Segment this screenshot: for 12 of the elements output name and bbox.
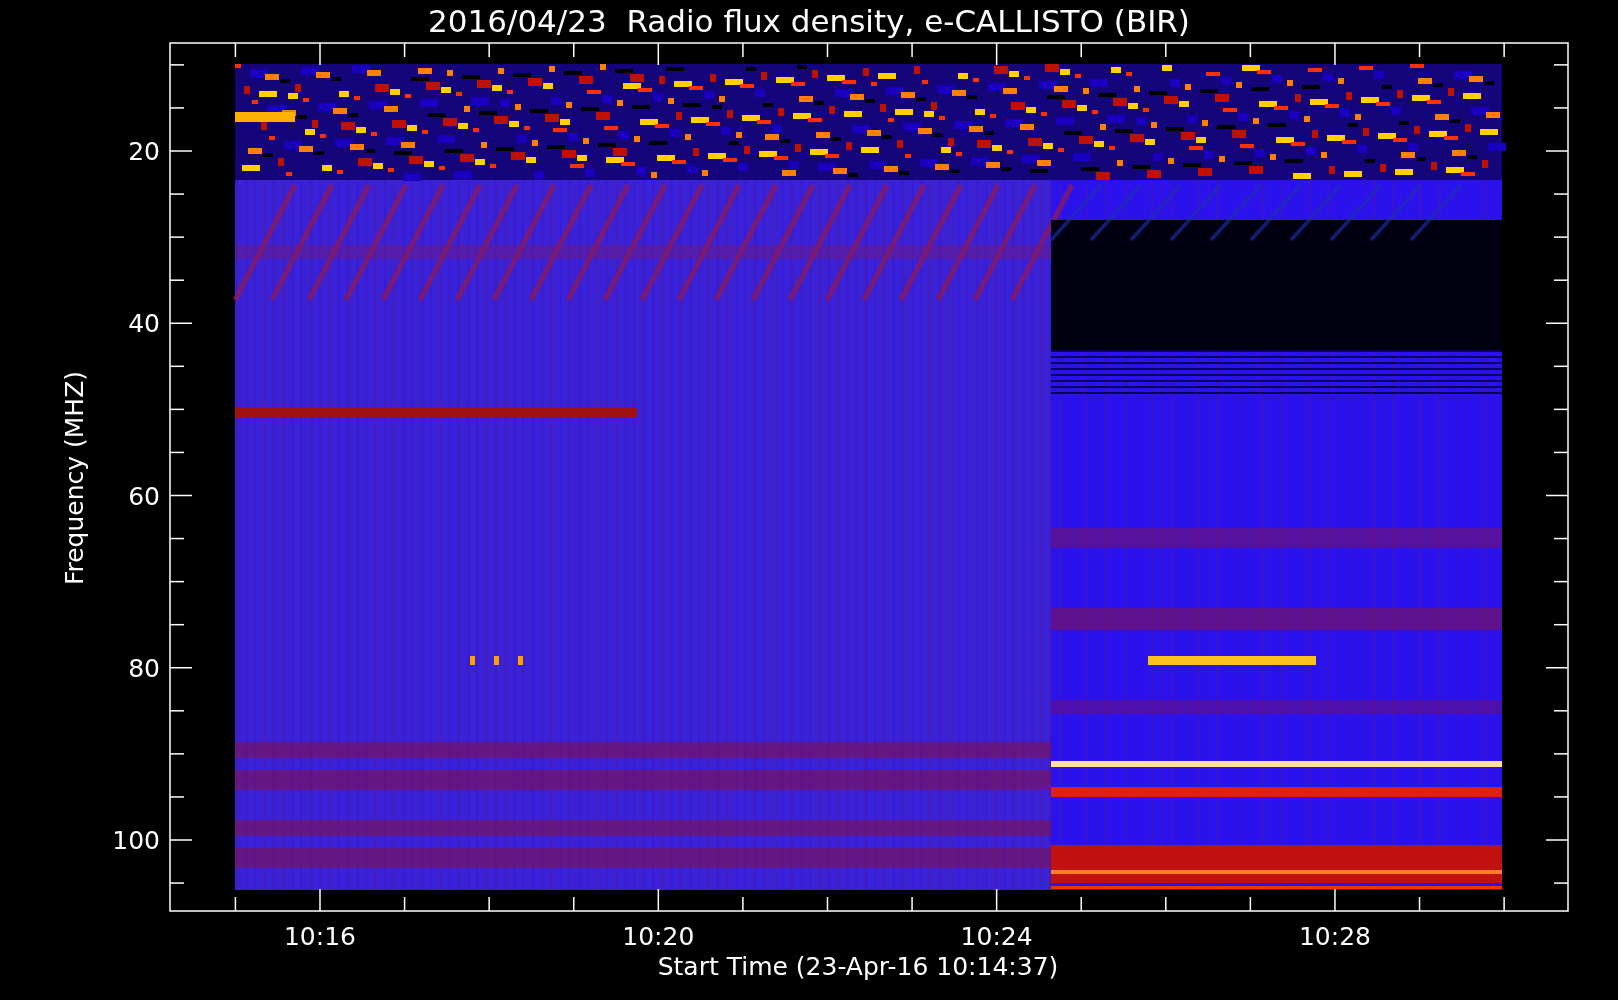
- chart-title: 2016/04/23 Radio flux density, e-CALLISTO (BIR): [428, 3, 1190, 39]
- x-axis-label: Start Time (23-Apr-16 10:14:37): [657, 952, 1059, 981]
- x-tick-label: 10:28: [1298, 922, 1371, 951]
- x-tick-label: 10:16: [284, 922, 356, 951]
- y-tick-label: 60: [128, 481, 160, 511]
- y-axis-label: Frequency (MHZ): [60, 370, 89, 586]
- y-tick-label: 80: [128, 653, 160, 683]
- x-tick-label: 10:20: [622, 922, 695, 951]
- y-tick-label: 100: [112, 826, 160, 855]
- x-tick-label: 10:24: [960, 922, 1033, 951]
- y-tick-label: 20: [128, 137, 160, 166]
- y-tick-label: 40: [128, 309, 160, 339]
